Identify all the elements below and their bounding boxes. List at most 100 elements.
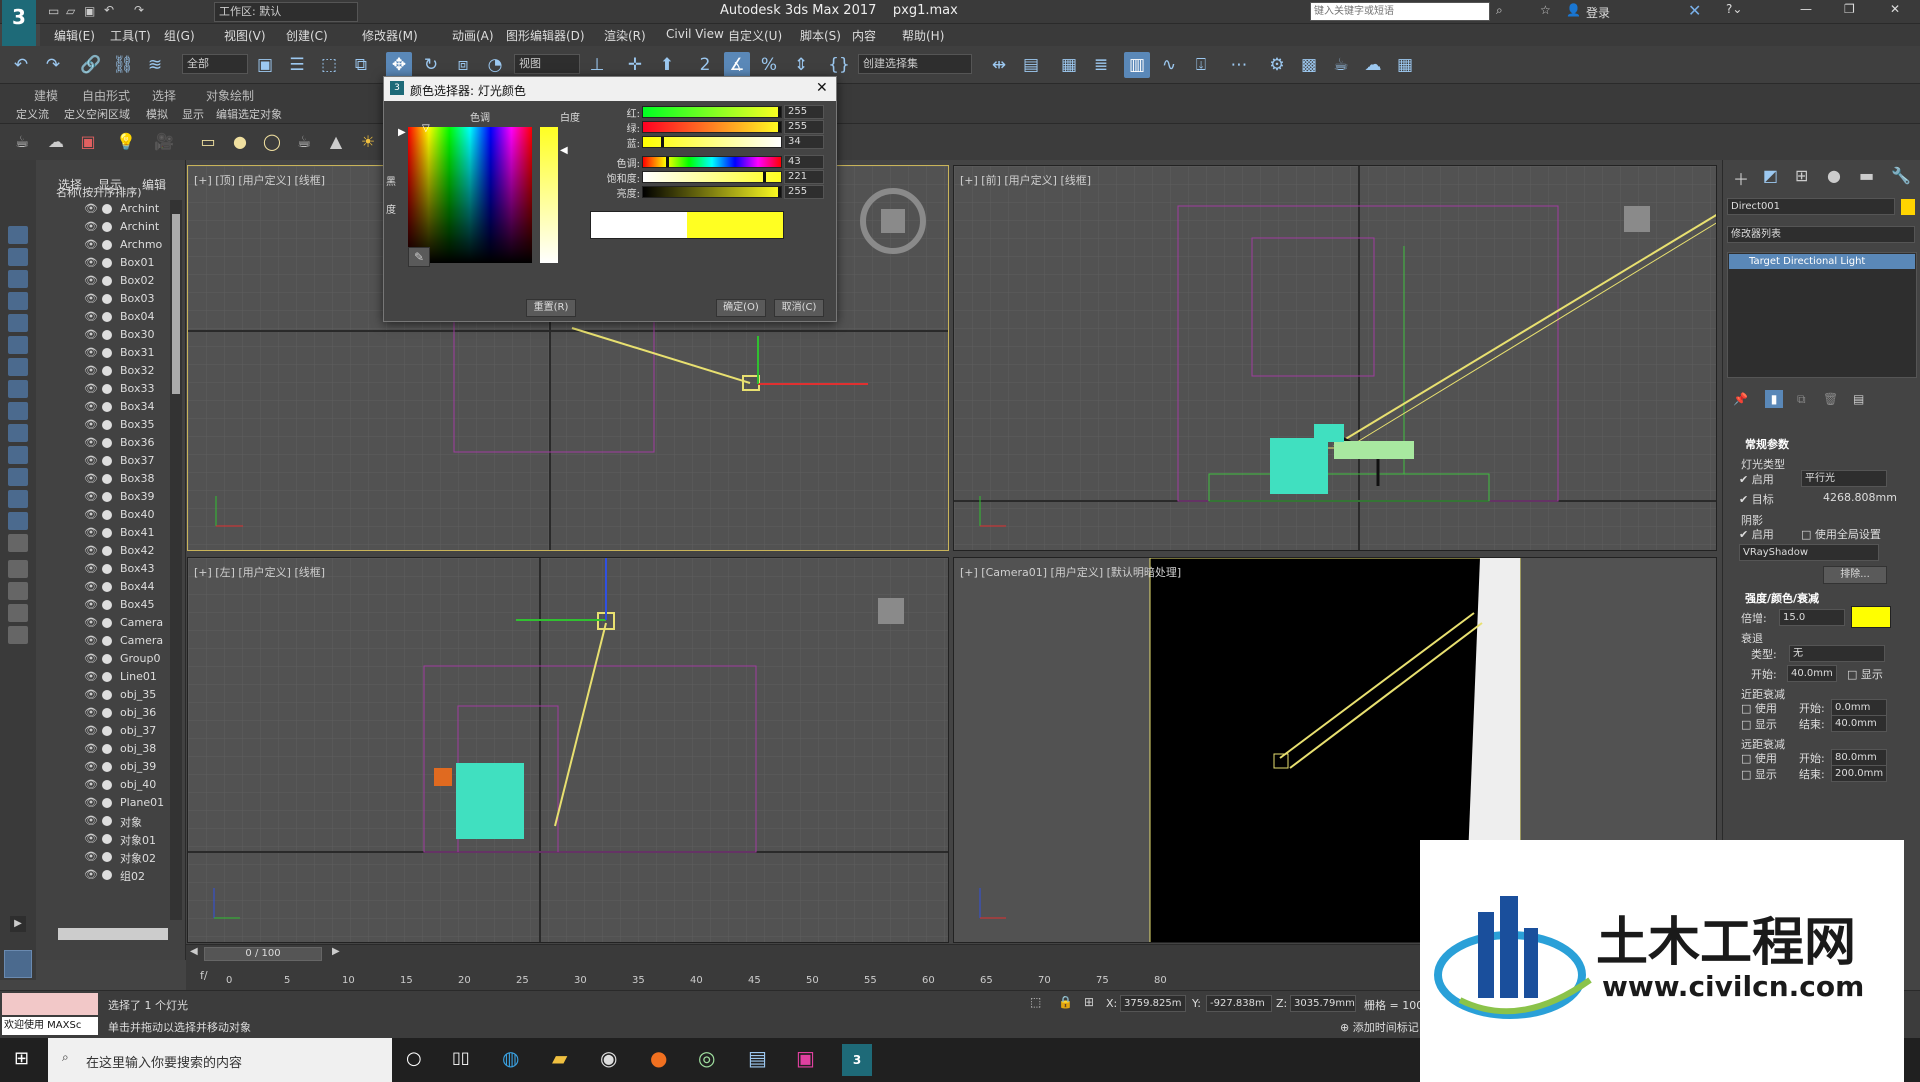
- color-slider[interactable]: [642, 106, 782, 118]
- whiteness-bar[interactable]: [540, 127, 558, 263]
- modifier-list-dropdown[interactable]: 修改器列表: [1727, 226, 1915, 243]
- select-scale-icon[interactable]: ⧈: [450, 52, 476, 78]
- visibility-eye-icon[interactable]: 👁: [84, 472, 98, 485]
- image-icon[interactable]: ▣: [76, 130, 100, 154]
- target-checkbox[interactable]: ✔ 目标: [1739, 491, 1774, 507]
- freeze-icon[interactable]: [102, 636, 112, 646]
- redo-icon[interactable]: ↷: [134, 3, 144, 17]
- visibility-eye-icon[interactable]: 👁: [84, 436, 98, 449]
- pivot-icon[interactable]: ⊥: [584, 52, 610, 78]
- camera-icon[interactable]: 🎥: [152, 130, 176, 154]
- wechat-icon[interactable]: ◉: [600, 1046, 617, 1070]
- visibility-eye-icon[interactable]: 👁: [84, 850, 98, 863]
- media-app-icon[interactable]: ▣: [796, 1046, 815, 1070]
- lock-icon[interactable]: 🔒: [1058, 995, 1073, 1009]
- light-type-dropdown[interactable]: 平行光: [1801, 470, 1887, 487]
- ribbon-subtab[interactable]: 定义空闲区域: [64, 106, 130, 122]
- menu-item[interactable]: 视图(V): [224, 27, 266, 44]
- explorer-scrollbar[interactable]: [170, 200, 182, 920]
- list-item[interactable]: 👁 Box35: [36, 416, 176, 434]
- cortana-icon[interactable]: ○: [406, 1048, 422, 1069]
- far-start-spinner[interactable]: 80.0mm: [1831, 749, 1887, 766]
- menu-item[interactable]: 创建(C): [286, 27, 328, 44]
- object-color-swatch[interactable]: [1901, 199, 1915, 215]
- freeze-icon[interactable]: [102, 510, 112, 520]
- freeze-icon[interactable]: [102, 546, 112, 556]
- list-item[interactable]: 👁 obj_40: [36, 776, 176, 794]
- freeze-icon[interactable]: [102, 456, 112, 466]
- filter-invert-icon[interactable]: [8, 534, 28, 552]
- reset-button[interactable]: 重置(R): [526, 299, 576, 317]
- eyedropper-icon[interactable]: ✎: [408, 247, 430, 267]
- slider-value-spinner[interactable]: 255: [784, 105, 824, 119]
- list-item[interactable]: 👁 Box33: [36, 380, 176, 398]
- visibility-eye-icon[interactable]: 👁: [84, 508, 98, 521]
- list-item[interactable]: 👁 Box03: [36, 290, 176, 308]
- color-slider[interactable]: [642, 171, 782, 183]
- filter-shapes-icon[interactable]: [8, 248, 28, 266]
- list-item[interactable]: 👁 Archint: [36, 218, 176, 236]
- select-rotate-icon[interactable]: ↻: [418, 52, 444, 78]
- slider-value-spinner[interactable]: 43: [784, 155, 824, 169]
- material-editor-icon[interactable]: ⋯: [1226, 52, 1252, 78]
- edge-icon[interactable]: ◍: [502, 1046, 519, 1070]
- freeze-icon[interactable]: [102, 366, 112, 376]
- slider-thumb[interactable]: [660, 137, 664, 147]
- list-item[interactable]: 👁 Camera: [36, 614, 176, 632]
- list-item[interactable]: 👁 Box30: [36, 326, 176, 344]
- minimize-button[interactable]: —: [1800, 2, 1812, 16]
- ribbon-tab[interactable]: 对象绘制: [206, 87, 254, 104]
- freeze-icon[interactable]: [102, 204, 112, 214]
- search-icon[interactable]: ⌕: [1496, 3, 1503, 18]
- firefox-icon[interactable]: ●: [650, 1046, 667, 1070]
- visibility-eye-icon[interactable]: 👁: [84, 778, 98, 791]
- list-item[interactable]: 👁 Box40: [36, 506, 176, 524]
- reference-coord-dropdown[interactable]: 视图: [514, 54, 580, 74]
- ribbon-subtab[interactable]: 显示: [182, 106, 204, 122]
- login-link[interactable]: 登录: [1586, 4, 1610, 21]
- selection-filter-dropdown[interactable]: 全部: [182, 54, 248, 74]
- freeze-icon[interactable]: [102, 294, 112, 304]
- notepad-icon[interactable]: ▤: [748, 1046, 767, 1070]
- use-global-checkbox[interactable]: □ 使用全局设置: [1801, 526, 1881, 542]
- list-item[interactable]: 👁 对象01: [36, 830, 176, 848]
- freeze-icon[interactable]: [102, 438, 112, 448]
- freeze-icon[interactable]: [102, 762, 112, 772]
- align-icon[interactable]: ▤: [1018, 52, 1044, 78]
- visibility-eye-icon[interactable]: 👁: [84, 832, 98, 845]
- far-end-spinner[interactable]: 200.0mm: [1831, 765, 1887, 782]
- visibility-eye-icon[interactable]: 👁: [84, 796, 98, 809]
- z-coordinate-field[interactable]: 3035.79mm: [1290, 995, 1356, 1012]
- menu-item[interactable]: Civil View: [666, 27, 724, 41]
- decay-type-dropdown[interactable]: 无: [1789, 645, 1885, 662]
- list-item[interactable]: 👁 Group0: [36, 650, 176, 668]
- light-color-swatch[interactable]: [1851, 606, 1891, 628]
- intensity-header[interactable]: 强度/颜色/衰减: [1745, 590, 1819, 606]
- rect-selection-icon[interactable]: ⬚: [316, 52, 342, 78]
- freeze-icon[interactable]: [102, 258, 112, 268]
- select-object-icon[interactable]: ▣: [252, 52, 278, 78]
- isolate-icon[interactable]: ⬚: [1030, 995, 1041, 1009]
- explorer-app-icon[interactable]: ▰: [552, 1046, 567, 1070]
- layout-grid-icon[interactable]: [4, 950, 32, 978]
- freeze-icon[interactable]: [102, 708, 112, 718]
- browser-icon[interactable]: ◎: [698, 1046, 715, 1070]
- freeze-icon[interactable]: [102, 852, 112, 862]
- visibility-eye-icon[interactable]: 👁: [84, 310, 98, 323]
- taskbar-search[interactable]: ⌕ 在这里输入你要搜索的内容: [48, 1038, 392, 1082]
- menu-item[interactable]: 组(G): [164, 27, 195, 44]
- hue-marker-icon[interactable]: ▽: [422, 123, 430, 134]
- user-icon[interactable]: 👤: [1566, 3, 1581, 17]
- ribbon-toggle-icon[interactable]: ▥: [1124, 52, 1150, 78]
- freeze-icon[interactable]: [102, 420, 112, 430]
- plane-icon[interactable]: ▭: [196, 130, 220, 154]
- keyboard-shortcut-icon[interactable]: ⬆: [654, 52, 680, 78]
- light-bulb-icon[interactable]: 💡: [114, 130, 138, 154]
- visibility-eye-icon[interactable]: 👁: [84, 238, 98, 251]
- open-file-icon[interactable]: ▱: [66, 4, 75, 18]
- unlink-icon[interactable]: ⛓: [110, 52, 136, 78]
- x-coordinate-field[interactable]: 3759.825m: [1120, 995, 1186, 1012]
- near-use-checkbox[interactable]: □ 使用: [1741, 700, 1777, 716]
- far-use-checkbox[interactable]: □ 使用: [1741, 750, 1777, 766]
- display-influences-icon[interactable]: [8, 582, 28, 600]
